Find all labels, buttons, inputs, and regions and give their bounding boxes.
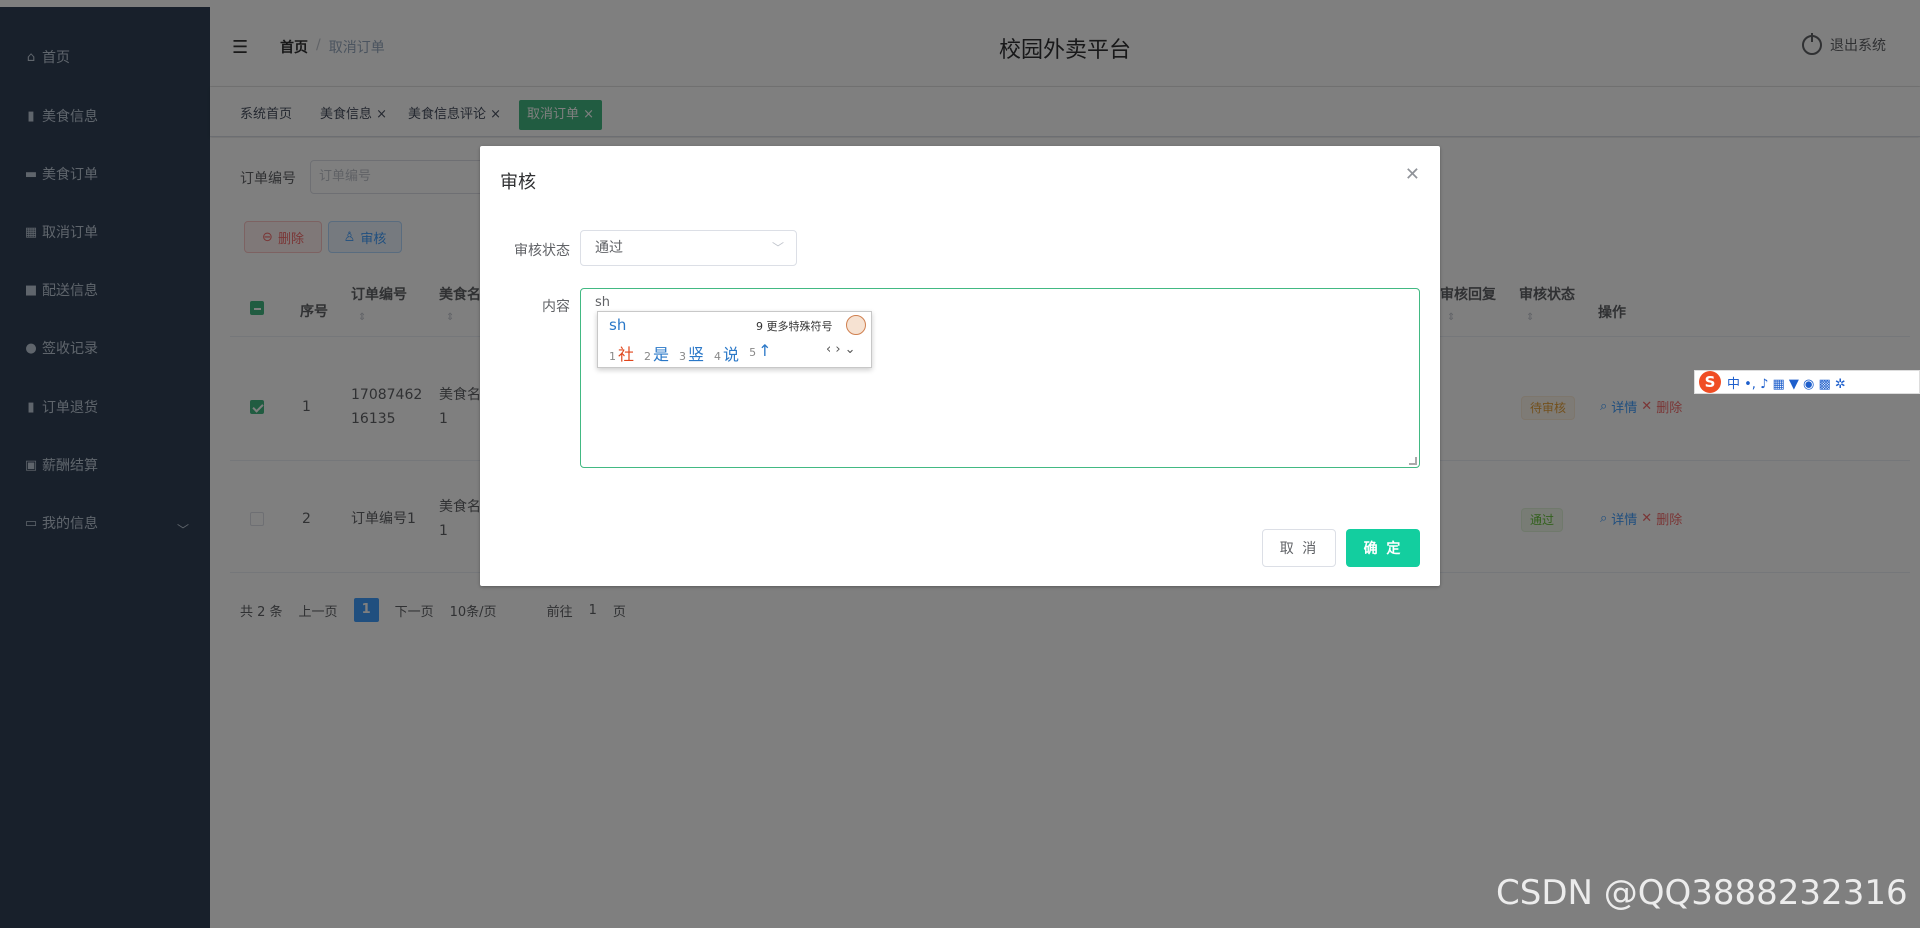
ime-candidate[interactable]: 3竖 — [679, 341, 704, 365]
ime-candidate[interactable]: 5 ↑ — [749, 341, 771, 365]
content-label: 内容 — [542, 299, 570, 315]
ime-candidate[interactable]: 4说 — [714, 341, 739, 365]
ime-skin-icon[interactable] — [846, 315, 866, 335]
ime-toolbar[interactable]: S 中 •, ♪ ▦ ▼ ◉ ▩ ✲ — [1694, 370, 1920, 394]
chevron-down-icon: ﹀ — [771, 241, 784, 255]
cancel-button[interactable]: 取 消 — [1262, 529, 1336, 567]
resize-handle[interactable] — [1409, 457, 1417, 465]
watermark: CSDN @QQ3888232316 — [1496, 873, 1908, 913]
ime-candidate[interactable]: 2是 — [644, 341, 669, 365]
ime-more-symbols[interactable]: 9 更多特殊符号 — [756, 318, 833, 334]
dialog-title: 审核 — [500, 172, 536, 193]
status-select-value: 通过 — [595, 240, 623, 256]
close-icon[interactable]: ✕ — [1405, 164, 1420, 185]
ime-candidate[interactable]: 1社 — [609, 341, 634, 365]
ime-candidates: 1社 2是 3竖 4说 5 ↑ — [609, 341, 771, 365]
status-label: 审核状态 — [514, 243, 570, 259]
status-select[interactable]: 通过 ﹀ — [580, 230, 797, 266]
ime-page-nav[interactable]: ‹ › ⌄ — [826, 342, 856, 357]
ime-composition: sh — [609, 316, 627, 334]
content-value: sh — [595, 295, 611, 310]
ime-candidate-popup: sh 9 更多特殊符号 1社 2是 3竖 4说 5 ↑ ‹ › ⌄ — [597, 311, 872, 368]
sogou-logo-icon[interactable]: S — [1699, 371, 1721, 393]
ime-toolbar-items[interactable]: 中 •, ♪ ▦ ▼ ◉ ▩ ✲ — [1727, 373, 1846, 392]
confirm-button[interactable]: 确 定 — [1346, 529, 1420, 567]
